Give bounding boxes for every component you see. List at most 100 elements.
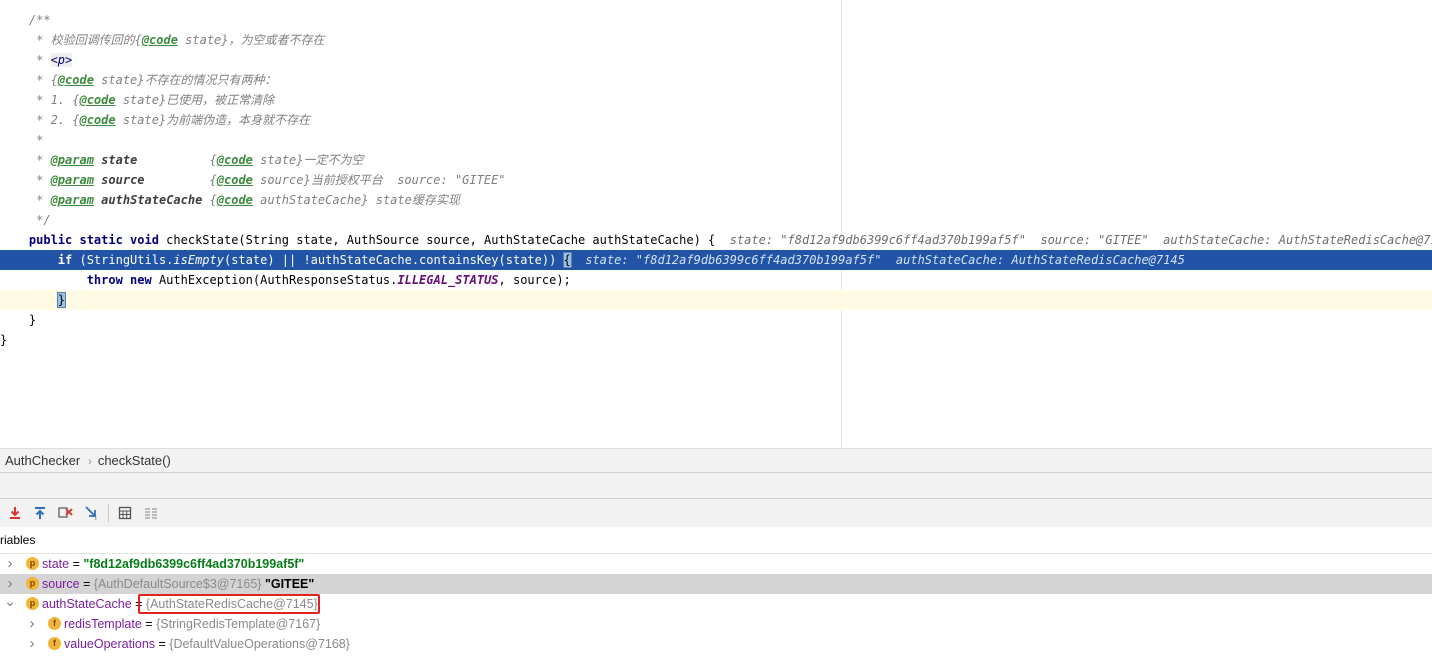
code-token: */ [0, 213, 51, 227]
step-into-icon[interactable] [31, 504, 49, 522]
code-line[interactable]: */ [0, 210, 1432, 230]
field-icon: f [48, 637, 61, 650]
code-token: @code [216, 173, 253, 187]
code-line[interactable]: public static void checkState(String sta… [0, 230, 1432, 250]
variable-value: "f8d12af9db6399c6ff4ad370b199af5f" [83, 557, 305, 571]
code-token: state [101, 153, 138, 167]
code-token: throw new [86, 273, 152, 287]
code-token: ILLEGAL_STATUS [397, 273, 499, 287]
variable-row[interactable]: › p state = "f8d12af9db6399c6ff4ad370b199a… [0, 554, 1432, 574]
code-token: (state) || !authStateCache.containsKey(s… [223, 253, 564, 267]
code-token: state}为前端伪造，本身就不存在 [115, 113, 311, 127]
code-line[interactable]: * 校验回调传回的{@code state}，为空或者不存在 [0, 30, 1432, 50]
breadcrumb-separator: › [88, 456, 92, 468]
code-token: * [0, 53, 51, 67]
step-over-icon[interactable] [6, 504, 24, 522]
code-line[interactable]: * @param authStateCache {@code authState… [0, 190, 1432, 210]
code-token: state}不存在的情况只有两种： [93, 73, 277, 87]
debugger-toolbar: I [0, 498, 1432, 528]
code-line[interactable]: } [0, 290, 1432, 310]
expand-arrow-icon[interactable]: › [26, 634, 38, 654]
variable-equals: = [79, 577, 94, 591]
code-token: @code [57, 73, 94, 87]
code-token: * 校验回调传回的{ [0, 33, 142, 47]
debug-tab-strip [0, 472, 1432, 499]
code-token: state}一定不为空 [252, 153, 364, 167]
code-token: , source); [498, 273, 571, 287]
variables-panel-title: riables [0, 527, 1432, 554]
code-line[interactable]: * 2. {@code state}为前端伪造，本身就不存在 [0, 110, 1432, 130]
code-token: AuthException(AuthResponseStatus. [151, 273, 398, 287]
code-token: source}当前授权平台 source: "GITEE" [252, 173, 506, 187]
variable-type: {AuthDefaultSource$3@7165} [93, 577, 265, 591]
code-token: * [0, 153, 51, 167]
variables-tree: › f valueOperations = {DefaultValueOperati… [0, 554, 1432, 671]
code-line[interactable]: } [0, 310, 1432, 330]
variable-name: authStateCache [42, 597, 132, 611]
code-token: * { [0, 73, 58, 87]
code-line-execution-point[interactable]: if (StringUtils.isEmpty(state) || !authS… [0, 250, 1432, 270]
parameter-icon: p [26, 597, 39, 610]
code-token: } [0, 313, 37, 327]
breadcrumb-class[interactable]: AuthChecker [5, 449, 80, 472]
code-token: { [137, 153, 217, 167]
breadcrumb-method[interactable]: checkState() [98, 449, 171, 472]
evaluate-icon[interactable] [116, 504, 134, 522]
inline-debug-value: state: "f8d12af9db6399c6ff4ad370b199af5f… [729, 233, 1432, 247]
code-token: /** [0, 13, 51, 27]
code-token: <p> [50, 53, 73, 67]
code-line[interactable]: * @param state {@code state}一定不为空 [0, 150, 1432, 170]
step-out-icon[interactable]: I [83, 504, 101, 522]
variable-row[interactable]: › p source = {AuthDefaultSource$3@7165} "G… [0, 574, 1432, 594]
force-step-into-icon[interactable] [57, 504, 75, 522]
svg-text:I: I [95, 515, 97, 521]
code-line[interactable]: * [0, 130, 1432, 150]
code-line[interactable]: /** [0, 10, 1432, 30]
variable-name: valueOperations [64, 637, 156, 651]
code-line[interactable]: * 1. {@code state}已使用，被正常清除 [0, 90, 1432, 110]
code-token: { [144, 173, 217, 187]
variable-equals: = [155, 637, 170, 651]
parameter-icon: p [26, 557, 39, 570]
code-token: isEmpty [173, 253, 224, 267]
code-token: authStateCache [101, 193, 203, 207]
code-line[interactable]: * <p> [0, 50, 1432, 70]
code-token: * 2. { [0, 113, 80, 127]
breadcrumb: AuthChecker › checkState() [0, 448, 1432, 472]
code-token: @param [50, 153, 94, 167]
variable-row[interactable]: › f valueOperations = {DefaultValueOperati… [0, 634, 1432, 654]
code-token: if [57, 253, 73, 267]
field-icon: f [48, 617, 61, 630]
code-token: @code [79, 113, 116, 127]
inline-debug-value: state: "f8d12af9db6399c6ff4ad370b199af5f… [585, 253, 1185, 267]
code-token: * [0, 193, 51, 207]
code-line[interactable]: throw new AuthException(AuthResponseStat… [0, 270, 1432, 290]
code-token: @code [216, 153, 253, 167]
code-token: authStateCache} state缓存实现 [252, 193, 460, 207]
expand-arrow-icon[interactable]: › [26, 614, 38, 634]
code-token: @code [216, 193, 253, 207]
code-token: * 1. { [0, 93, 80, 107]
matched-brace: } [56, 292, 67, 308]
code-line[interactable]: * @param source {@code source}当前授权平台 sou… [0, 170, 1432, 190]
code-token: source [101, 173, 145, 187]
trace-icon[interactable] [142, 504, 160, 522]
code-line[interactable]: } [0, 330, 1432, 350]
collapse-arrow-icon[interactable]: ⌄ [4, 594, 16, 614]
variable-type: {StringRedisTemplate@7167} [156, 617, 321, 631]
code-token: checkState(String state, AuthSource sour… [158, 233, 730, 247]
expand-arrow-icon[interactable]: › [4, 554, 16, 574]
code-token: @code [141, 33, 178, 47]
expand-arrow-icon[interactable]: › [4, 574, 16, 594]
variable-value: "GITEE" [264, 577, 315, 591]
variable-name: state [42, 557, 70, 571]
variable-row[interactable]: › f redisTemplate = {StringRedisTemplate@7… [0, 614, 1432, 634]
code-token: public static void [28, 233, 159, 247]
code-token: } [0, 333, 8, 347]
code-line[interactable]: * {@code state}不存在的情况只有两种： [0, 70, 1432, 90]
code-editor[interactable]: /** * 校验回调传回的{@code state}，为空或者不存在 * <p>… [0, 0, 1432, 448]
variable-equals: = [69, 557, 84, 571]
